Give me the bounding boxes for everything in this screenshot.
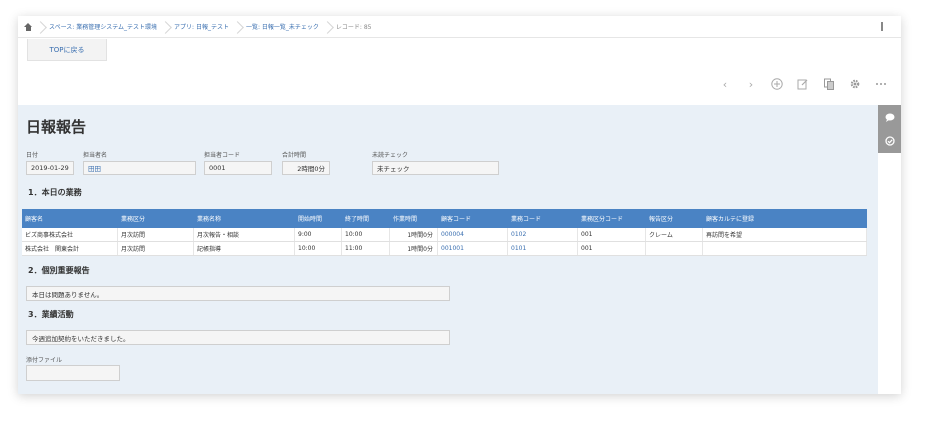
table-cell: クレーム (646, 228, 703, 241)
breadcrumb-home[interactable] (24, 16, 32, 37)
breadcrumb-current: レコード: 85 (335, 24, 372, 31)
more-vertical-icon[interactable] (881, 22, 883, 31)
table-cell: 11:00 (342, 242, 390, 255)
copy-icon[interactable] (823, 78, 835, 90)
table-cell: 再訪問を希望 (703, 228, 867, 241)
edit-icon[interactable] (797, 78, 809, 90)
section-daily-tasks-title: 1．本日の業務 (28, 188, 82, 197)
breadcrumb-item-record: レコード: 85 (319, 16, 372, 37)
check-field: 未チェック (372, 161, 499, 175)
table-row: 株式会社 関東会計 月次訪問 記帳指導 10:00 11:00 1時間0分 00… (22, 242, 867, 256)
page-title: 日報報告 (26, 118, 87, 136)
table-cell-link[interactable]: 0101 (508, 242, 578, 255)
table-cell-link[interactable]: 001001 (438, 242, 508, 255)
table-cell: 10:00 (342, 228, 390, 241)
table-cell (703, 242, 867, 255)
table-cell-link[interactable]: 0102 (508, 228, 578, 241)
person-code-field: 0001 (204, 161, 272, 175)
chevron-right-icon[interactable]: › (745, 78, 757, 90)
column-header: 業務区分 (121, 216, 146, 223)
person-code-label: 担当者コード (204, 152, 241, 159)
table-cell (646, 242, 703, 255)
back-to-top-button[interactable]: TOPに戻る (27, 39, 107, 61)
table-cell-link[interactable]: 000004 (438, 228, 508, 241)
attachment-field[interactable] (26, 365, 120, 381)
chevron-right-icon (323, 16, 331, 38)
breadcrumb-item-view[interactable]: 一覧: 日報一覧_未チェック (229, 16, 319, 37)
check-label: 未読チェック (372, 152, 409, 159)
breadcrumb: スペース: 業務管理システム_テスト環境 アプリ: 日報_テスト 一覧: 日報一… (18, 16, 901, 38)
more-icon[interactable] (875, 78, 887, 90)
attachment-label: 添付ファイル (26, 357, 63, 364)
breadcrumb-item-app[interactable]: アプリ: 日報_テスト (157, 16, 229, 37)
history-icon[interactable] (878, 129, 901, 153)
gear-icon[interactable] (849, 78, 861, 90)
side-panel (878, 105, 901, 153)
table-cell: 9:00 (295, 228, 342, 241)
daily-tasks-table: 顧客名 業務区分 業務名称 開始時間 終了時間 作業時間 顧客コード 業務コード… (22, 209, 867, 256)
record-content: 日報報告 日付 2019-01-29 担当者名 田田 担当者コード 0001 合… (18, 105, 878, 394)
section-sales-activity-title: 3．業績活動 (28, 310, 74, 319)
total-time-label: 合計時間 (282, 152, 307, 159)
table-cell: 株式会社 関東会計 (22, 242, 118, 255)
date-field: 2019-01-29 (26, 161, 74, 175)
table-cell: 10:00 (295, 242, 342, 255)
person-field[interactable]: 田田 (83, 161, 196, 175)
breadcrumb-link[interactable]: アプリ: 日報_テスト (174, 22, 229, 31)
home-icon[interactable] (24, 22, 32, 31)
table-cell: 月次訪問 (118, 228, 194, 241)
section-important-report-title: 2．個別重要報告 (28, 266, 90, 275)
chevron-left-icon[interactable]: ‹ (719, 78, 731, 90)
table-cell: 月次報告・相談 (194, 228, 295, 241)
person-label: 担当者名 (83, 152, 108, 159)
column-header: 終了時間 (345, 216, 370, 223)
breadcrumb-link[interactable]: スペース: 業務管理システム_テスト環境 (49, 22, 157, 31)
column-header: 作業時間 (393, 216, 418, 223)
column-header: 業務名称 (197, 216, 222, 223)
date-label: 日付 (26, 152, 39, 159)
table-cell: 記帳指導 (194, 242, 295, 255)
column-header: 顧客名 (25, 216, 44, 223)
chevron-right-icon (36, 16, 44, 38)
column-header: 顧客コード (441, 216, 472, 223)
column-header: 業務区分コード (581, 216, 624, 223)
column-header: 顧客カルテに登録 (706, 216, 755, 223)
chevron-right-icon (233, 16, 241, 38)
column-header: 開始時間 (298, 216, 323, 223)
table-header: 顧客名 業務区分 業務名称 開始時間 終了時間 作業時間 顧客コード 業務コード… (22, 209, 867, 228)
table-cell: ビズ商事株式会社 (22, 228, 118, 241)
comment-icon[interactable] (878, 105, 901, 129)
chevron-right-icon (161, 16, 169, 38)
breadcrumb-item-space[interactable]: スペース: 業務管理システム_テスト環境 (32, 16, 157, 37)
table-cell: 月次訪問 (118, 242, 194, 255)
total-time-field: 2時間0分 (282, 161, 330, 175)
column-header: 業務コード (511, 216, 542, 223)
breadcrumb-link[interactable]: 一覧: 日報一覧_未チェック (246, 22, 319, 31)
sales-activity-field: 今週追加契約をいただきました。 (26, 330, 450, 345)
add-icon[interactable] (771, 78, 783, 90)
app-window: スペース: 業務管理システム_テスト環境 アプリ: 日報_テスト 一覧: 日報一… (18, 16, 901, 394)
record-toolbar: ‹ › (719, 78, 887, 90)
table-cell: 001 (578, 242, 646, 255)
table-cell: 001 (578, 228, 646, 241)
column-header: 報告区分 (649, 216, 674, 223)
important-report-field: 本日は問題ありません。 (26, 286, 450, 301)
table-row: ビズ商事株式会社 月次訪問 月次報告・相談 9:00 10:00 1時間0分 0… (22, 228, 867, 242)
table-cell: 1時間0分 (390, 242, 438, 255)
table-cell: 1時間0分 (390, 228, 438, 241)
